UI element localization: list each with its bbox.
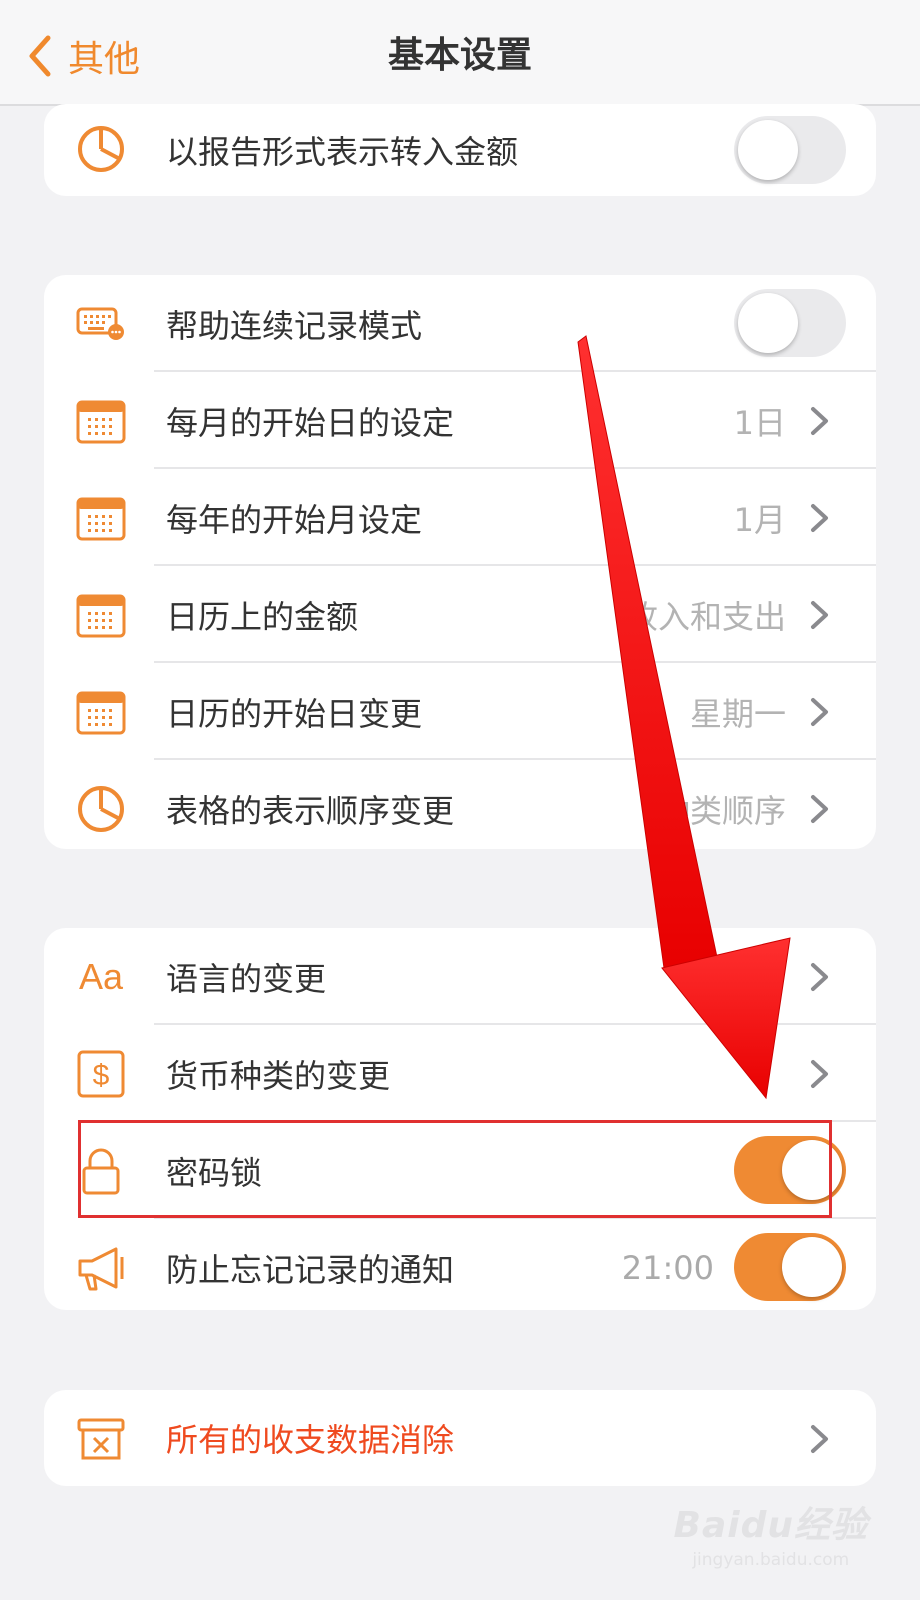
row-value: 星期一 (689, 694, 786, 733)
chevron-right-icon (811, 795, 828, 823)
row-label: 货币种类的变更 (166, 1056, 391, 1095)
calendar-icon (76, 493, 126, 543)
reminder-notification-toggle[interactable] (734, 1233, 846, 1301)
row-label: 每月的开始日的设定 (166, 403, 455, 442)
row-label: 每年的开始月设定 (166, 500, 423, 539)
chevron-right-icon (811, 407, 828, 435)
row-year-start[interactable]: 每年的开始月设定 1月 (44, 469, 876, 566)
reminder-time[interactable]: 21:00 (622, 1249, 714, 1287)
row-report-transfer[interactable]: 以报告形式表示转入金额 (44, 104, 876, 196)
row-reminder-notification[interactable]: 防止忘记记录的通知 21:00 (44, 1219, 876, 1310)
row-password-lock[interactable]: 密码锁 (44, 1122, 876, 1219)
megaphone-icon (76, 1243, 126, 1293)
row-calendar-amount[interactable]: 日历上的金额 收入和支出 (44, 566, 876, 663)
pie-chart-icon (76, 784, 126, 834)
settings-card-danger: 所有的收支数据消除 (44, 1390, 876, 1486)
row-delete-all-data[interactable]: 所有的收支数据消除 (44, 1390, 876, 1486)
row-value: 种类顺序 (657, 791, 786, 830)
row-label: 所有的收支数据消除 (166, 1421, 455, 1459)
row-label: 防止忘记记录的通知 (166, 1250, 455, 1289)
row-label: 日历上的金额 (166, 597, 359, 636)
settings-card-general: 帮助连续记录模式 每月的开始日的设定 1日 每年的开始月设定 1月 日历上的金额… (44, 275, 876, 849)
pie-chart-icon (76, 124, 126, 174)
chevron-right-icon (811, 963, 828, 991)
row-month-start[interactable]: 每月的开始日的设定 1日 (44, 372, 876, 469)
row-calendar-start-day[interactable]: 日历的开始日变更 星期一 (44, 663, 876, 760)
lock-icon (76, 1146, 126, 1196)
chevron-right-icon (811, 1425, 828, 1453)
language-icon: Aa (78, 956, 124, 997)
chevron-right-icon (811, 698, 828, 726)
continuous-record-toggle[interactable] (734, 289, 846, 357)
calendar-icon (76, 590, 126, 640)
calendar-icon (76, 687, 126, 737)
dollar-icon: $ (76, 1049, 126, 1099)
keyboard-icon (76, 299, 126, 349)
row-label: 表格的表示顺序变更 (166, 791, 455, 830)
chevron-right-icon (811, 504, 828, 532)
row-label: 日历的开始日变更 (166, 694, 423, 733)
row-label: 密码锁 (166, 1153, 263, 1192)
calendar-icon (76, 396, 126, 446)
row-currency[interactable]: $ 货币种类的变更 (44, 1025, 876, 1122)
toggle-knob (738, 293, 798, 353)
settings-card-security: Aa 语言的变更 $ 货币种类的变更 密码锁 防止忘记记录的通知 21:00 (44, 928, 876, 1310)
password-lock-toggle[interactable] (734, 1136, 846, 1204)
row-continuous-record[interactable]: 帮助连续记录模式 (44, 275, 876, 372)
report-transfer-toggle[interactable] (734, 116, 846, 184)
toggle-knob (738, 120, 798, 180)
settings-card-report: 以报告形式表示转入金额 (44, 104, 876, 196)
navigation-bar: 其他 基本设置 (0, 0, 920, 106)
svg-text:$: $ (93, 1059, 110, 1092)
row-value: 收入和支出 (625, 597, 786, 636)
toggle-knob (782, 1237, 842, 1297)
watermark: Baidu经验 jingyan.baidu.com (674, 1496, 868, 1570)
row-value: 1日 (733, 403, 786, 442)
row-label: 语言的变更 (166, 959, 327, 998)
trash-box-icon (76, 1414, 126, 1464)
row-chart-order[interactable]: 表格的表示顺序变更 种类顺序 (44, 760, 876, 849)
watermark-url: jingyan.baidu.com (692, 1550, 850, 1570)
row-value: 1月 (733, 500, 786, 539)
watermark-brand: Baidu经验 (673, 1505, 868, 1546)
chevron-right-icon (811, 1060, 828, 1088)
toggle-knob (782, 1140, 842, 1200)
row-label: 以报告形式表示转入金额 (166, 133, 519, 171)
page-title: 基本设置 (387, 35, 532, 76)
row-label: 帮助连续记录模式 (166, 306, 423, 345)
row-language[interactable]: Aa 语言的变更 (44, 928, 876, 1025)
chevron-right-icon (811, 601, 828, 629)
